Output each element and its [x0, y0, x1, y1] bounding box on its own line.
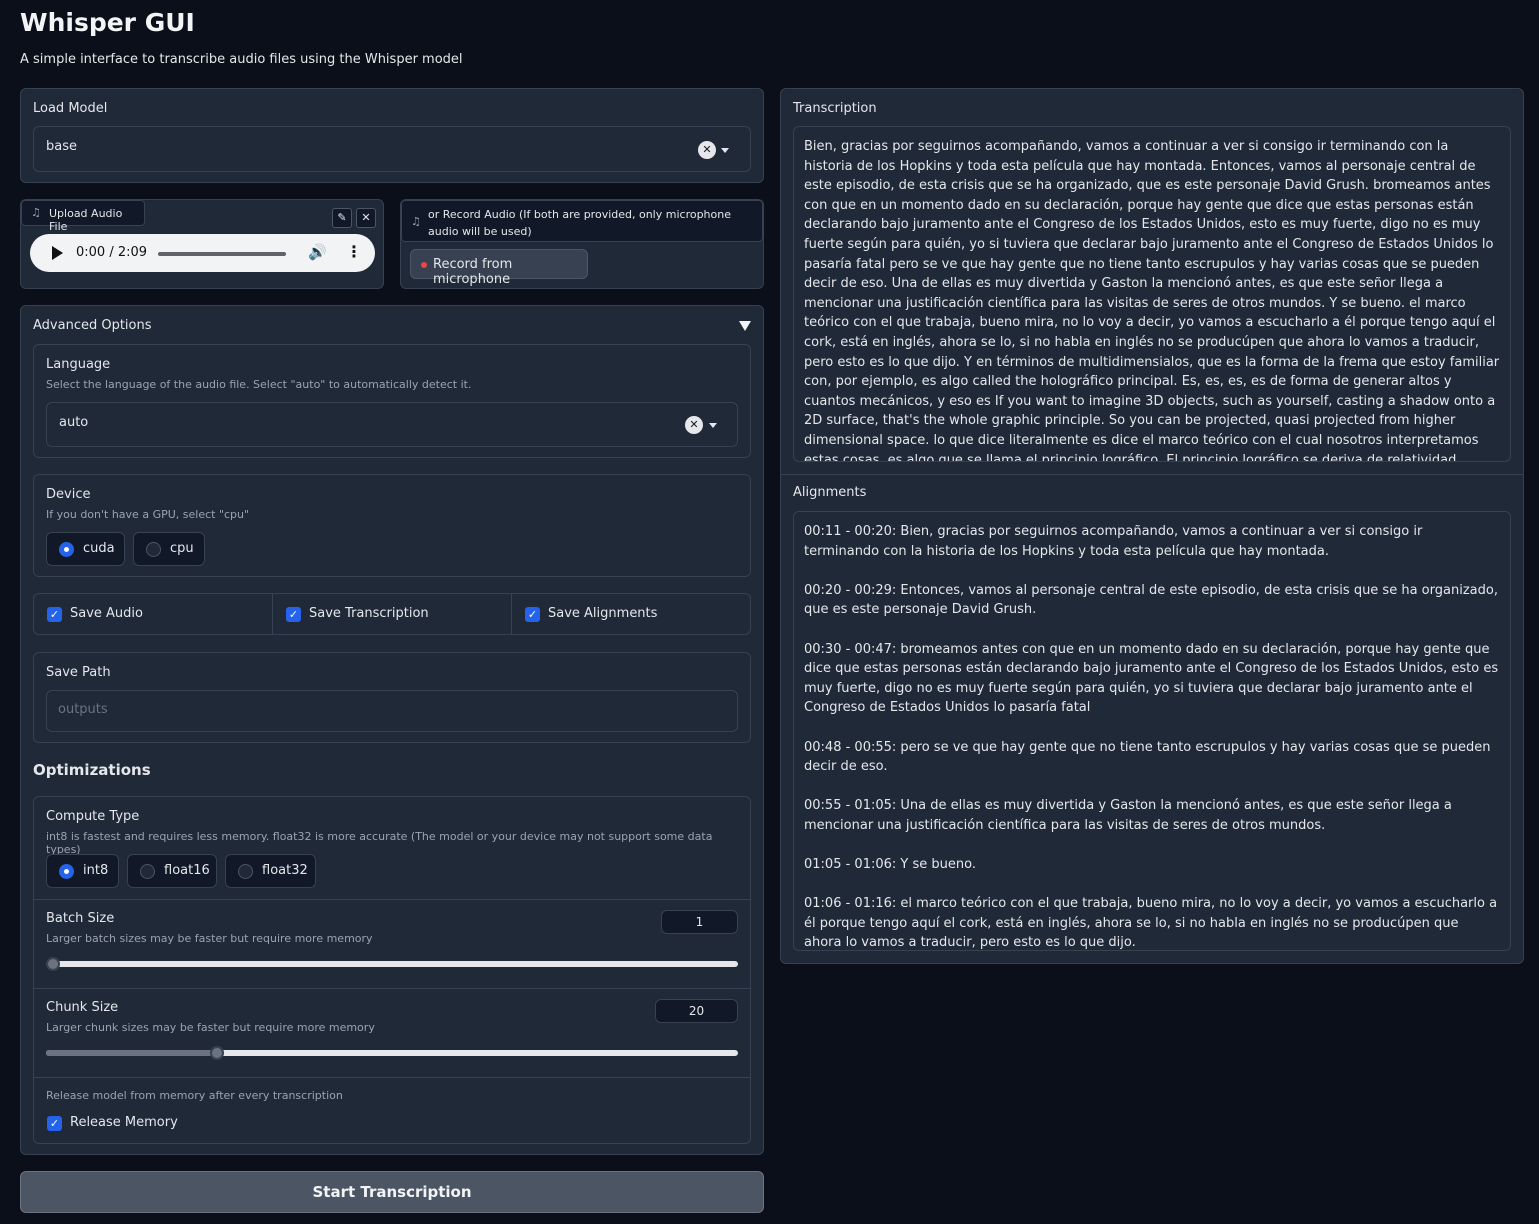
collapse-triangle-icon[interactable] — [739, 321, 751, 331]
chunk-size-slider[interactable] — [46, 1046, 738, 1060]
radio-button[interactable] — [238, 864, 253, 879]
divider — [34, 988, 750, 989]
app-subtitle: A simple interface to transcribe audio f… — [20, 52, 463, 67]
play-icon[interactable] — [52, 246, 63, 260]
upload-audio-label: Upload Audio File — [49, 207, 123, 233]
compute-type-info: int8 is fastest and requires less memory… — [46, 830, 713, 856]
chevron-down-icon — [721, 148, 729, 153]
language-dropdown[interactable]: auto ✕ — [46, 402, 738, 447]
more-options-icon[interactable]: ⋮ — [346, 242, 362, 261]
model-dropdown[interactable]: base ✕ — [33, 126, 751, 172]
checkbox-checked[interactable]: ✓ — [47, 1116, 62, 1131]
language-block: Language Select the language of the audi… — [33, 344, 751, 458]
save-path-input[interactable]: outputs — [46, 690, 738, 732]
device-label: Device — [46, 487, 91, 502]
checkbox-checked[interactable]: ✓ — [47, 607, 62, 622]
load-model-panel: Load Model base ✕ — [20, 88, 764, 183]
start-transcription-button[interactable]: Start Transcription — [20, 1171, 764, 1213]
radio-button[interactable] — [59, 864, 74, 879]
save-transcription-label: Save Transcription — [309, 606, 429, 621]
audio-progress-bar[interactable] — [158, 252, 286, 256]
language-dropdown-value: auto — [59, 415, 89, 430]
record-audio-panel: ♫ or Record Audio (If both are provided,… — [400, 199, 764, 289]
save-path-placeholder: outputs — [58, 702, 108, 717]
compute-option-float32[interactable]: float32 — [225, 854, 316, 888]
chevron-down-icon — [709, 423, 717, 428]
record-microphone-button[interactable]: Record from microphone — [410, 249, 588, 287]
device-option-label: cuda — [83, 541, 115, 556]
radio-button[interactable] — [59, 542, 74, 557]
optimizations-heading: Optimizations — [33, 761, 151, 779]
radio-button[interactable] — [146, 542, 161, 557]
chunk-size-label: Chunk Size — [46, 1000, 119, 1015]
record-audio-label-tag: ♫ or Record Audio (If both are provided,… — [401, 200, 763, 242]
save-audio-option[interactable]: ✓ Save Audio — [34, 594, 273, 634]
save-alignments-label: Save Alignments — [548, 606, 658, 621]
compute-option-label: int8 — [83, 863, 109, 878]
radio-button[interactable] — [140, 864, 155, 879]
batch-size-info: Larger batch sizes may be faster but req… — [46, 932, 373, 945]
close-icon[interactable]: ✕ — [356, 208, 376, 228]
device-option-cuda[interactable]: cuda — [46, 532, 125, 566]
audio-player[interactable]: 0:00 / 2:09 🔊 ⋮ — [30, 234, 375, 272]
optimizations-block: Compute Type int8 is fastest and require… — [33, 796, 751, 1144]
save-transcription-option[interactable]: ✓ Save Transcription — [273, 594, 512, 634]
device-option-cpu[interactable]: cpu — [133, 532, 205, 566]
checkbox-checked[interactable]: ✓ — [525, 607, 540, 622]
record-dot-icon — [421, 262, 427, 268]
music-note-icon: ♫ — [31, 206, 41, 219]
app-title: Whisper GUI — [20, 8, 195, 37]
checkbox-checked[interactable]: ✓ — [286, 607, 301, 622]
language-info: Select the language of the audio file. S… — [46, 378, 472, 391]
device-info: If you don't have a GPU, select "cpu" — [46, 508, 250, 521]
model-dropdown-value: base — [46, 139, 77, 154]
volume-icon[interactable]: 🔊 — [308, 243, 327, 261]
slider-fill — [46, 1050, 219, 1056]
music-note-icon: ♫ — [411, 215, 421, 228]
transcription-label: Transcription — [793, 101, 877, 116]
record-audio-label: or Record Audio (If both are provided, o… — [428, 208, 731, 238]
upload-audio-label-tag: ♫ Upload Audio File — [21, 200, 145, 233]
chunk-size-input[interactable]: 20 — [655, 999, 738, 1023]
advanced-options-panel: Advanced Options Language Select the lan… — [20, 305, 764, 1155]
compute-option-label: float32 — [262, 863, 308, 878]
save-audio-label: Save Audio — [70, 606, 143, 621]
output-panel: Transcription Bien, gracias por seguirno… — [780, 88, 1524, 964]
device-block: Device If you don't have a GPU, select "… — [33, 474, 751, 577]
language-label: Language — [46, 357, 111, 372]
batch-size-label: Batch Size — [46, 911, 115, 926]
save-alignments-option[interactable]: ✓ Save Alignments — [512, 594, 750, 634]
compute-option-float16[interactable]: float16 — [127, 854, 217, 888]
audio-time: 0:00 / 2:09 — [76, 245, 148, 260]
save-options-block: ✓ Save Audio ✓ Save Transcription ✓ Save… — [33, 593, 751, 635]
edit-icon[interactable]: ✎ — [332, 208, 352, 228]
slider-thumb[interactable] — [46, 957, 60, 971]
batch-size-input[interactable]: 1 — [661, 910, 738, 934]
chunk-size-info: Larger chunk sizes may be faster but req… — [46, 1021, 375, 1034]
upload-audio-panel: ♫ Upload Audio File ✎ ✕ 0:00 / 2:09 🔊 ⋮ — [20, 199, 384, 289]
save-path-label: Save Path — [46, 665, 111, 680]
clear-icon[interactable]: ✕ — [685, 416, 703, 434]
alignments-textbox[interactable]: 00:11 - 00:20: Bien, gracias por seguirn… — [793, 511, 1511, 951]
device-option-label: cpu — [170, 541, 194, 556]
load-model-label: Load Model — [33, 101, 108, 116]
record-microphone-label: Record from microphone — [433, 257, 513, 287]
save-path-block: Save Path outputs — [33, 652, 751, 743]
clear-icon[interactable]: ✕ — [698, 141, 716, 159]
divider — [34, 1077, 750, 1078]
compute-type-label: Compute Type — [46, 809, 140, 824]
advanced-options-label[interactable]: Advanced Options — [33, 318, 152, 333]
alignments-label: Alignments — [793, 485, 867, 500]
divider — [34, 899, 750, 900]
release-memory-info: Release model from memory after every tr… — [46, 1089, 343, 1102]
transcription-textbox[interactable]: Bien, gracias por seguirnos acompañando,… — [793, 126, 1511, 462]
compute-option-label: float16 — [164, 863, 210, 878]
divider — [781, 474, 1523, 475]
batch-size-slider[interactable] — [46, 957, 738, 971]
slider-thumb[interactable] — [210, 1046, 224, 1060]
release-memory-label[interactable]: Release Memory — [70, 1115, 178, 1130]
compute-option-int8[interactable]: int8 — [46, 854, 119, 888]
